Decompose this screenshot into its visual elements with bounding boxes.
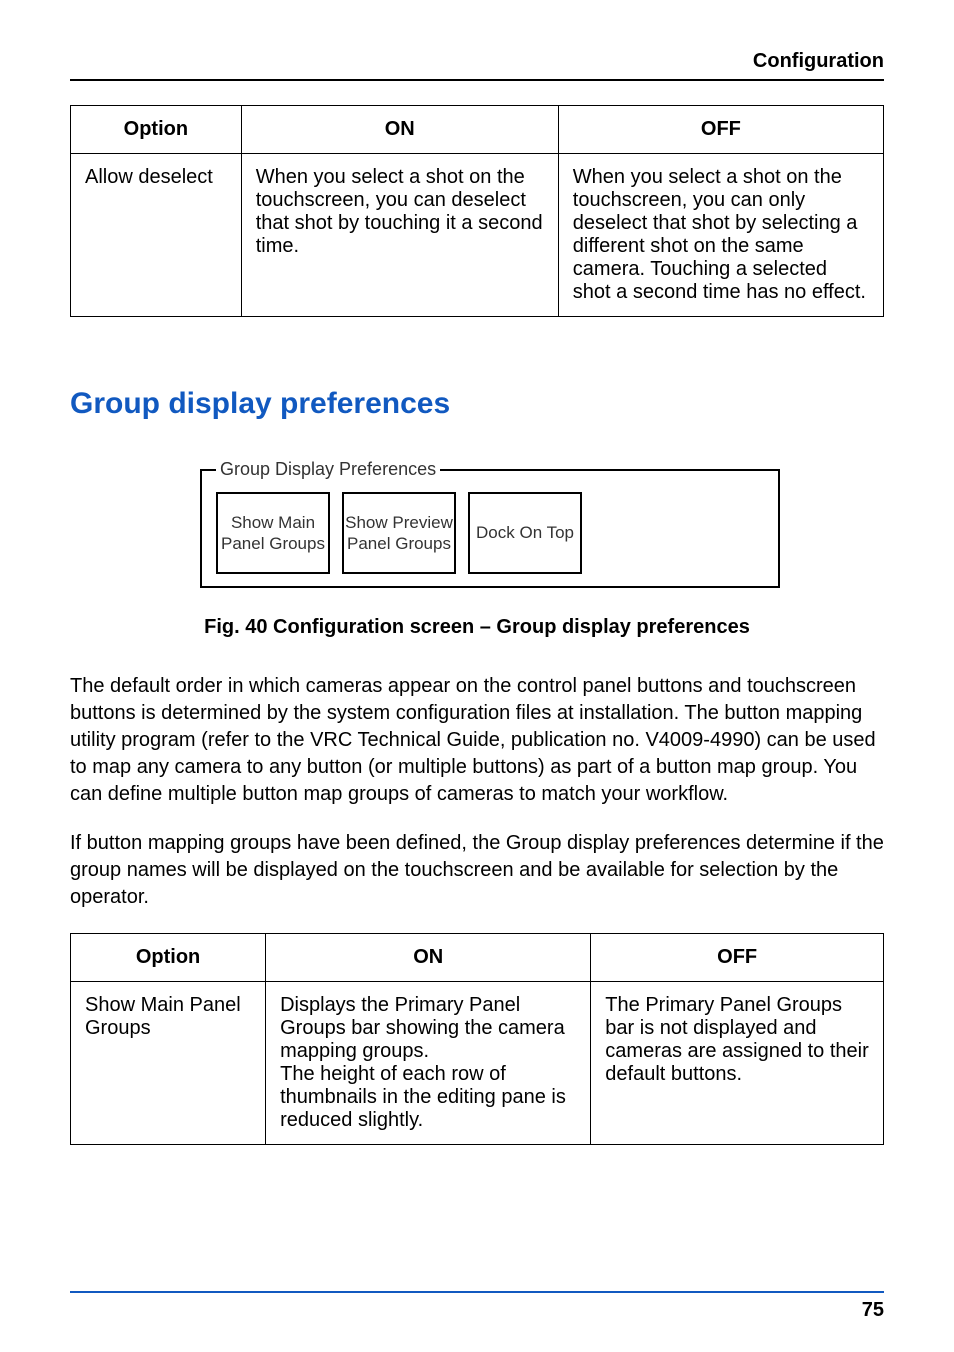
cell-on: When you select a shot on the touchscree… xyxy=(241,154,558,317)
body-paragraph: If button mapping groups have been defin… xyxy=(70,830,884,911)
group-display-preferences-figure: Group Display Preferences Show Main Pane… xyxy=(200,459,780,588)
page-footer: 75 xyxy=(70,1291,884,1322)
th-option: Option xyxy=(71,934,266,982)
cell-on: Displays the Primary Panel Groups bar sh… xyxy=(266,982,591,1145)
allow-deselect-table: Option ON OFF Allow deselect When you se… xyxy=(70,105,884,317)
page-header: Configuration xyxy=(70,50,884,81)
dock-on-top-button[interactable]: Dock On Top xyxy=(468,492,582,574)
th-option: Option xyxy=(71,106,242,154)
cell-option: Show Main Panel Groups xyxy=(71,982,266,1145)
th-off: OFF xyxy=(558,106,883,154)
th-off: OFF xyxy=(591,934,884,982)
header-title: Configuration xyxy=(753,50,884,72)
group-display-preferences-fieldset: Group Display Preferences Show Main Pane… xyxy=(200,459,780,588)
show-main-panel-groups-button[interactable]: Show Main Panel Groups xyxy=(216,492,330,574)
cell-option: Allow deselect xyxy=(71,154,242,317)
show-main-panel-groups-table: Option ON OFF Show Main Panel Groups Dis… xyxy=(70,933,884,1145)
show-preview-panel-groups-button[interactable]: Show Preview Panel Groups xyxy=(342,492,456,574)
section-heading: Group display preferences xyxy=(70,387,884,421)
fieldset-legend: Group Display Preferences xyxy=(216,459,440,480)
figure-caption: Fig. 40 Configuration screen – Group dis… xyxy=(70,616,884,639)
th-on: ON xyxy=(266,934,591,982)
cell-off: When you select a shot on the touchscree… xyxy=(558,154,883,317)
page-number: 75 xyxy=(862,1299,884,1322)
body-paragraph: The default order in which cameras appea… xyxy=(70,673,884,808)
th-on: ON xyxy=(241,106,558,154)
cell-off: The Primary Panel Groups bar is not disp… xyxy=(591,982,884,1145)
table-row: Allow deselect When you select a shot on… xyxy=(71,154,884,317)
table-row: Show Main Panel Groups Displays the Prim… xyxy=(71,982,884,1145)
